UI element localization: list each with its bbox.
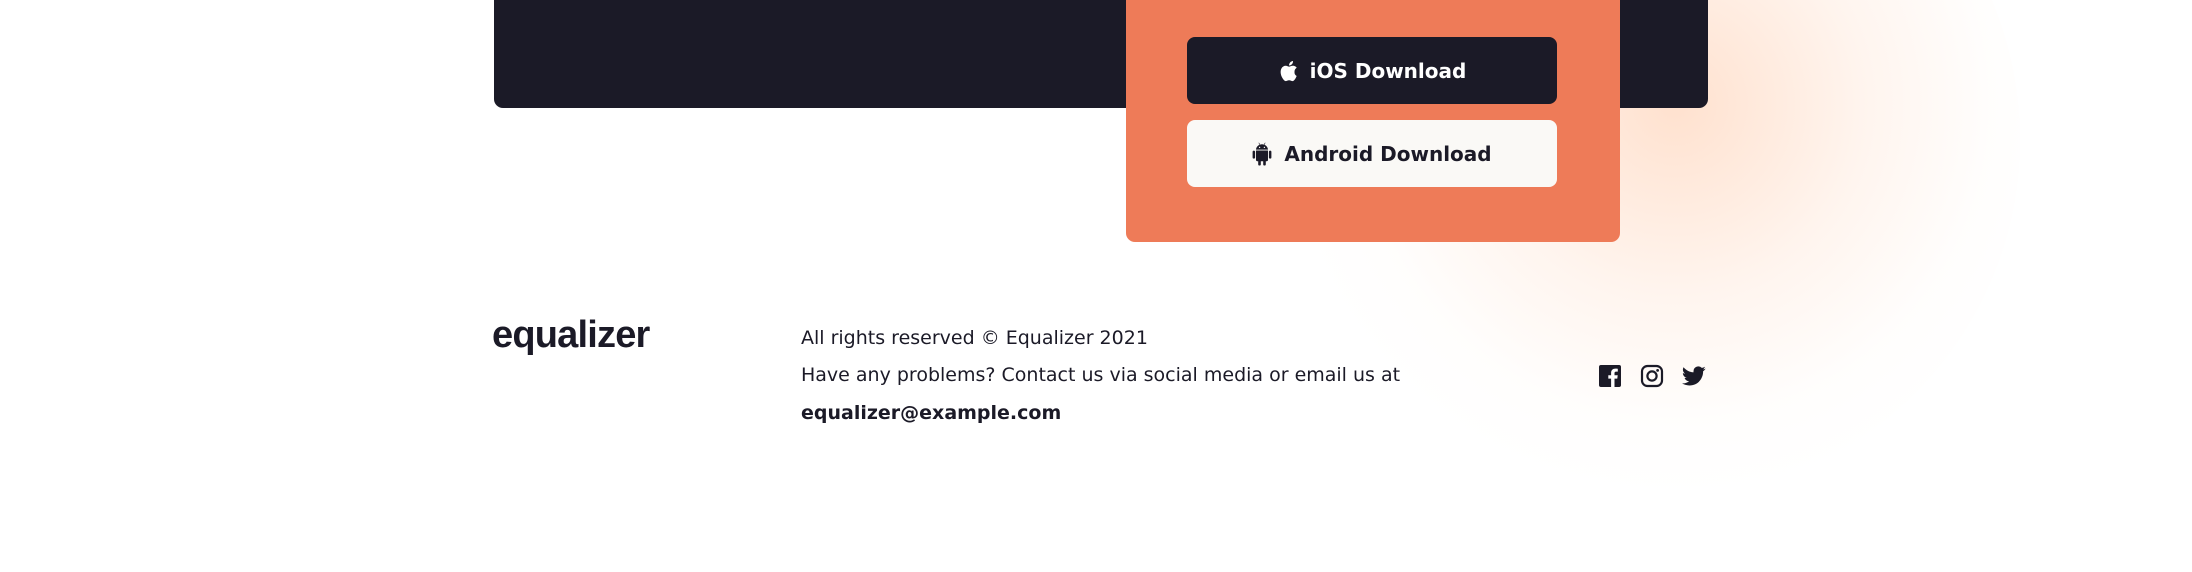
contact-text: Have any problems? Contact us via social…	[801, 364, 1401, 386]
equalizer-logo[interactable]: equalizer	[492, 314, 650, 357]
instagram-icon[interactable]	[1640, 364, 1664, 388]
contact-email-link[interactable]: equalizer@example.com	[801, 402, 1061, 424]
copyright-text: All rights reserved © Equalizer 2021	[801, 327, 1148, 349]
footer: equalizer All rights reserved © Equalize…	[0, 0, 2192, 572]
social-links	[1598, 364, 1706, 388]
twitter-icon[interactable]	[1682, 364, 1706, 388]
facebook-icon[interactable]	[1598, 364, 1622, 388]
